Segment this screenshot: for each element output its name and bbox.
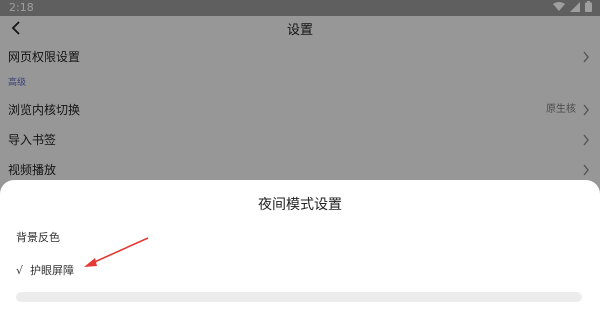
- annotation-arrow-icon: [84, 237, 149, 267]
- option-background-invert[interactable]: 背景反色: [16, 229, 60, 245]
- option-label: 背景反色: [16, 231, 60, 244]
- sheet-bottom-bar: [16, 292, 582, 302]
- check-mark-icon: √: [16, 264, 24, 277]
- option-eye-protection[interactable]: √ 护眼屏障: [16, 262, 74, 278]
- sheet-title: 夜间模式设置: [258, 197, 342, 213]
- option-label: 护眼屏障: [30, 264, 74, 277]
